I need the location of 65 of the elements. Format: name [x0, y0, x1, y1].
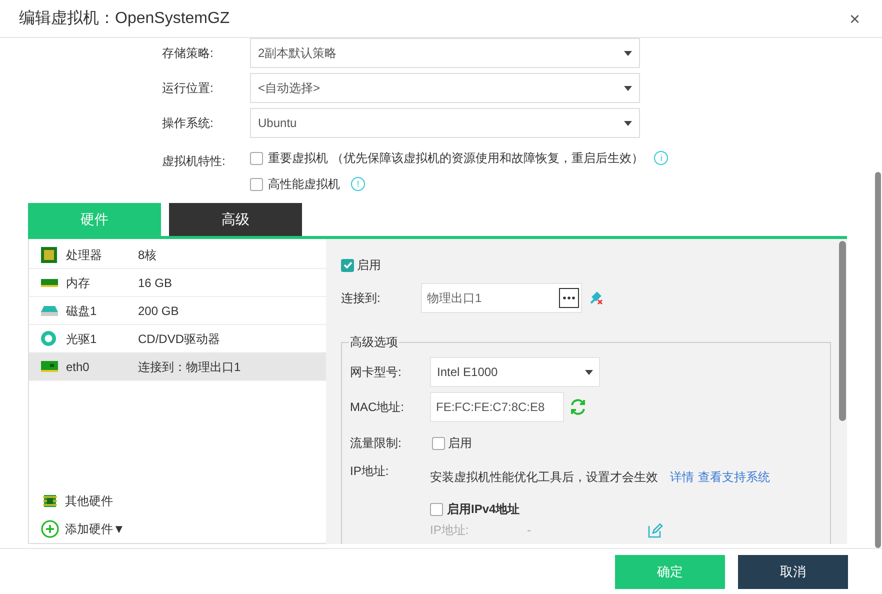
field-label: IP地址:: [430, 522, 470, 539]
hardware-value: 200 GB: [138, 302, 179, 320]
field-label: 存储策略:: [162, 45, 214, 62]
field-label: 虚拟机特性:: [162, 153, 226, 170]
mac-field[interactable]: FE:FC:FE:C7:8C:E8: [430, 392, 564, 422]
memory-icon: [41, 278, 58, 286]
add-hardware-link[interactable]: 添加硬件▼: [65, 520, 125, 538]
add-icon: [41, 520, 59, 538]
field-label: 连接到:: [341, 290, 382, 307]
other-hardware-link[interactable]: 其他硬件: [65, 492, 113, 510]
scrollbar-thumb[interactable]: [839, 241, 846, 421]
unplug-icon[interactable]: [589, 291, 603, 305]
field-value: -: [527, 522, 532, 539]
hardware-name: 光驱1: [65, 330, 98, 348]
checkbox-label: 启用IPv4地址: [447, 501, 520, 518]
link[interactable]: 查看支持系统: [698, 468, 770, 486]
select-field[interactable]: 2副本默认策略: [250, 38, 640, 68]
hardware-name: 磁盘1: [65, 302, 98, 320]
hardware-value: 连接到：物理出口1: [138, 358, 241, 376]
hardware-row[interactable]: eth0 连接到：物理出口1: [29, 353, 326, 381]
chip-icon: [41, 246, 57, 262]
select-field[interactable]: <自动选择>: [250, 73, 640, 103]
hardware-name: eth0: [65, 358, 90, 376]
select-field[interactable]: Ubuntu: [250, 108, 640, 138]
checkbox[interactable]: [250, 152, 263, 164]
window-title: 编辑虚拟机：OpenSystemGZ: [19, 8, 230, 28]
caret-icon: [624, 120, 632, 126]
option-label: 高性能虚拟机: [268, 176, 340, 193]
field-label: 操作系统:: [162, 115, 214, 132]
more-icon[interactable]: [559, 288, 579, 308]
select-field[interactable]: Intel E1000: [430, 357, 600, 387]
hint-text: 安装虚拟机性能优化工具后，设置才会生效: [430, 469, 658, 486]
tab[interactable]: 高级: [169, 203, 302, 236]
hardware-name: 内存: [65, 274, 91, 292]
disk-icon: [41, 306, 58, 316]
edit-icon[interactable]: [648, 522, 663, 538]
scrollbar-thumb[interactable]: [875, 172, 881, 548]
hardware-name: 处理器: [65, 246, 103, 264]
connect-field[interactable]: 物理出口1: [421, 283, 582, 313]
hardware-value: 8核: [138, 246, 157, 264]
checkbox[interactable]: [432, 436, 445, 450]
field-label: IP地址:: [350, 463, 390, 480]
disc-icon: [41, 331, 56, 346]
link[interactable]: 详情: [670, 468, 694, 486]
checkbox[interactable]: [250, 178, 263, 190]
close-button[interactable]: ×: [849, 10, 860, 28]
group-legend: 高级选项: [349, 333, 399, 351]
refresh-icon[interactable]: [569, 398, 587, 416]
network-card-icon: [41, 361, 58, 372]
hardware-value: 16 GB: [138, 274, 172, 292]
caret-icon: [624, 86, 632, 90]
field-label: MAC地址:: [350, 399, 405, 416]
field-label: 运行位置:: [162, 80, 214, 97]
circuit-board-icon: [43, 493, 57, 509]
hardware-value: CD/DVD驱动器: [138, 330, 220, 348]
caret-icon: [624, 50, 632, 56]
checkbox-label: 启用: [448, 435, 472, 452]
field-label: 网卡型号:: [350, 364, 402, 381]
cancel-button[interactable]: 取消: [738, 554, 848, 588]
field-label: 流量限制:: [350, 435, 402, 452]
checkbox[interactable]: [341, 258, 354, 272]
checkbox-label: 启用: [357, 257, 381, 274]
checkbox[interactable]: [430, 502, 443, 516]
caret-icon: [585, 370, 593, 374]
option-label: 重要虚拟机 （优先保障该虚拟机的资源使用和故障恢复，重启后生效）: [268, 150, 644, 167]
